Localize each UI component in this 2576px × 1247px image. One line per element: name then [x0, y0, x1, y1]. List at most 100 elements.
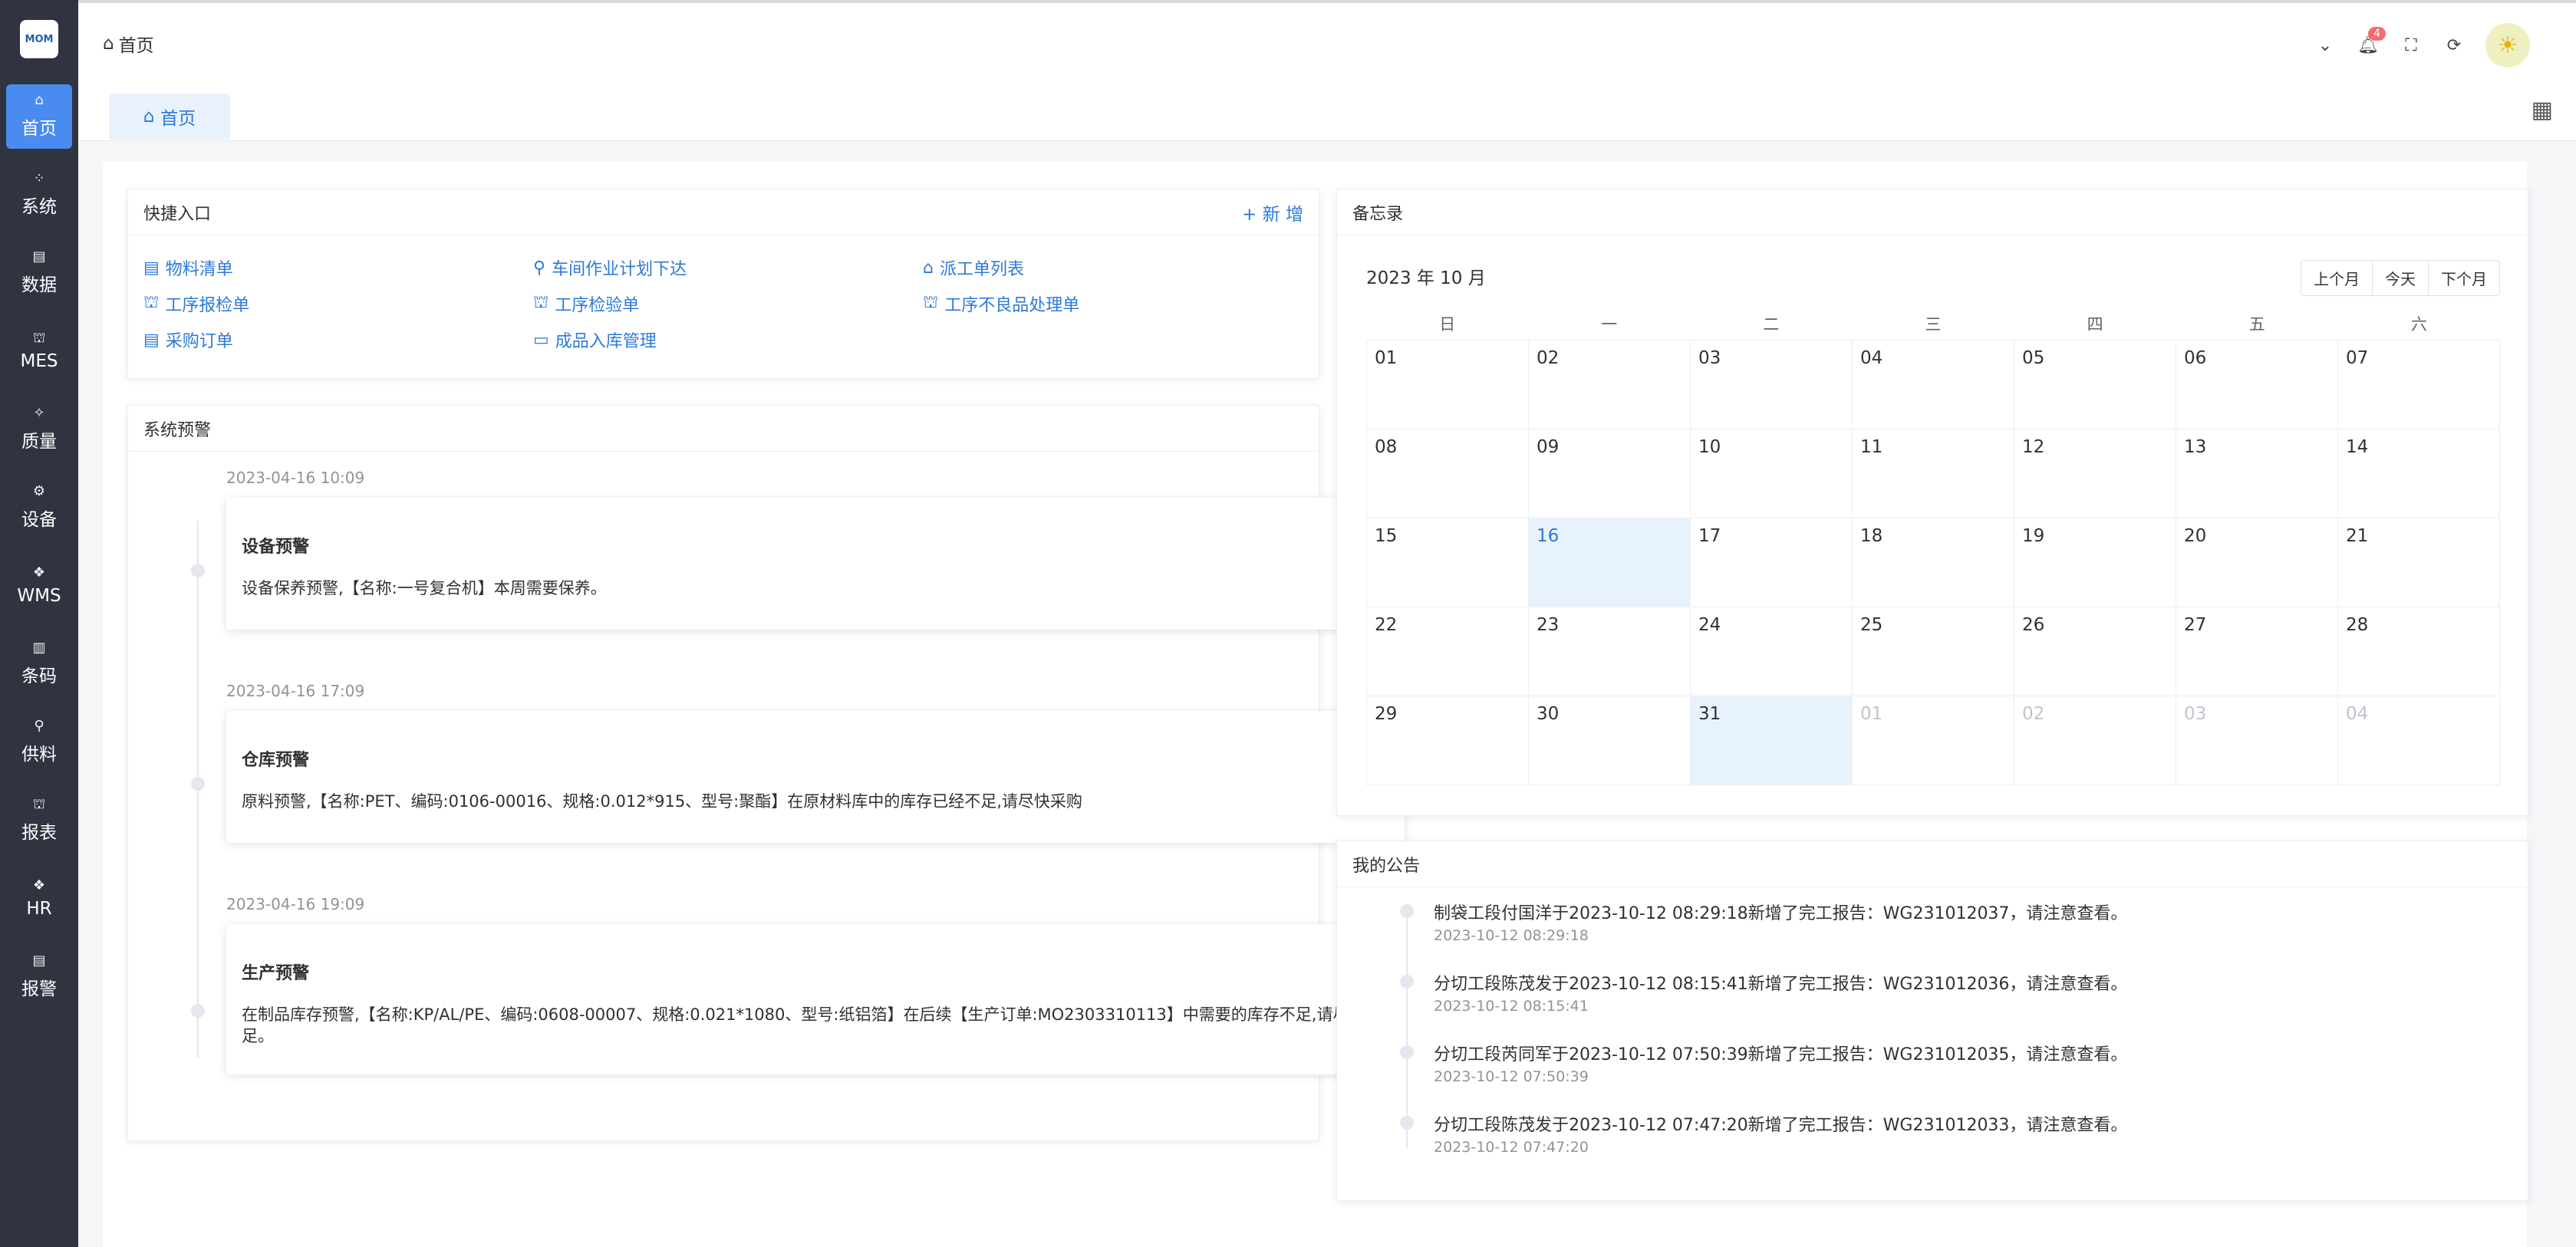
- sidebar-item-report[interactable]: ⛫ 报表: [6, 788, 72, 853]
- avatar[interactable]: ☀: [2485, 23, 2530, 67]
- main-content: 快捷入口 + 新 增 ▤ 物料清单 ⚲ 车间作业计划下达 ⌂ 派工单列表 ⛫ 工序报检单…: [103, 161, 2528, 1247]
- calendar-day[interactable]: 29: [1367, 696, 1529, 785]
- inspect-icon: ⛫: [533, 293, 549, 312]
- next-month-button[interactable]: 下个月: [2429, 261, 2499, 295]
- calendar-day[interactable]: 25: [1853, 607, 2014, 696]
- sidebar-item-label: 数据: [21, 275, 57, 295]
- inspect-icon: ⛫: [923, 293, 939, 312]
- calendar-day[interactable]: 20: [2176, 518, 2338, 607]
- notice-text[interactable]: 分切工段芮同军于2023-10-12 07:50:39新增了完工报告：WG231…: [1434, 1041, 2127, 1065]
- memo-calendar-card: 备忘录 2023 年 10 月 上个月 今天 下个月 日 一 二 三 四 五 六…: [1336, 189, 2528, 816]
- calendar-day[interactable]: 19: [2014, 518, 2176, 607]
- tab-home[interactable]: ⌂ 首页: [109, 94, 230, 140]
- sidebar-item-barcode[interactable]: ▥ 条码: [6, 632, 72, 696]
- prev-month-button[interactable]: 上个月: [2301, 261, 2373, 295]
- sidebar-item-label: 设备: [21, 510, 57, 530]
- calendar-day[interactable]: 01: [1367, 341, 1529, 429]
- document-icon: ▤: [143, 258, 160, 278]
- calendar-day[interactable]: 23: [1529, 607, 1691, 696]
- quick-link-process-report[interactable]: ⛫ 工序报检单: [143, 291, 249, 316]
- app-logo[interactable]: MOM: [20, 20, 58, 58]
- calendar-day[interactable]: 03: [1691, 341, 1853, 429]
- calendar-day[interactable]: 08: [1367, 429, 1529, 518]
- calendar-day[interactable]: 11: [1853, 429, 2014, 518]
- notice-text[interactable]: 制袋工段付国洋于2023-10-12 08:29:18新增了完工报告：WG231…: [1434, 900, 2127, 924]
- calendar-day[interactable]: 30: [1529, 696, 1691, 785]
- calendar-day-next-month[interactable]: 02: [2014, 696, 2176, 785]
- quick-link-dispatch-list[interactable]: ⌂ 派工单列表: [923, 255, 1024, 280]
- apps-icon: ⁘: [33, 170, 45, 186]
- notification-badge: 4: [2368, 26, 2386, 41]
- logo-text: MOM: [25, 33, 54, 45]
- calendar-day[interactable]: 04: [1853, 341, 2014, 429]
- calendar-day[interactable]: 22: [1367, 607, 1529, 696]
- sidebar-item-alarm[interactable]: ▤ 报警: [6, 945, 72, 1009]
- calendar-day-today[interactable]: 16: [1529, 518, 1691, 607]
- calendar-day[interactable]: 09: [1529, 429, 1691, 518]
- sidebar-item-quality[interactable]: ✧ 质量: [6, 397, 72, 462]
- alarm-icon: ▤: [32, 953, 46, 969]
- weekday-label: 四: [2087, 315, 2103, 334]
- calendar-day-next-month[interactable]: 04: [2338, 696, 2500, 785]
- sidebar-item-label: HR: [26, 899, 52, 919]
- calendar-day[interactable]: 17: [1691, 518, 1853, 607]
- calendar-day[interactable]: 24: [1691, 607, 1853, 696]
- notice-text[interactable]: 分切工段陈茂发于2023-10-12 08:15:41新增了完工报告：WG231…: [1434, 970, 2127, 995]
- add-button[interactable]: + 新 增: [1242, 199, 1303, 225]
- calendar-day[interactable]: 26: [2014, 607, 2176, 696]
- sidebar-item-equipment[interactable]: ⚙ 设备: [6, 475, 72, 540]
- sidebar-item-mes[interactable]: ⛫ MES: [6, 319, 72, 383]
- grid-menu-icon[interactable]: ▦: [2532, 97, 2553, 123]
- sidebar-item-wms[interactable]: ❖ WMS: [6, 554, 72, 618]
- sidebar-item-data[interactable]: ▤ 数据: [6, 241, 72, 305]
- sidebar-item-label: 供料: [21, 745, 57, 765]
- warnings-title: 系统预警: [143, 420, 212, 440]
- weekday-label: 二: [1763, 315, 1780, 334]
- calendar-day[interactable]: 06: [2176, 341, 2338, 429]
- calendar-day[interactable]: 28: [2338, 607, 2500, 696]
- calendar-day-next-month[interactable]: 03: [2176, 696, 2338, 785]
- chevron-down-icon[interactable]: ⌄: [2314, 36, 2337, 55]
- weekday-label: 五: [2248, 315, 2265, 334]
- fullscreen-icon[interactable]: ⛶: [2400, 36, 2423, 55]
- refresh-icon[interactable]: ⟳: [2443, 36, 2466, 55]
- breadcrumb[interactable]: ⌂ 首页: [103, 31, 154, 57]
- today-button[interactable]: 今天: [2373, 261, 2429, 295]
- quick-link-workshop-plan[interactable]: ⚲ 车间作业计划下达: [533, 255, 687, 280]
- quick-link-defect-handle[interactable]: ⛫ 工序不良品处理单: [923, 291, 1079, 316]
- quick-link-label: 车间作业计划下达: [552, 260, 687, 279]
- warning-title: 仓库预警: [242, 751, 310, 770]
- top-navbar: ⌂ 首页 ⌄ 🔔︎ 4 ⛶ ⟳ ☀: [78, 0, 2576, 80]
- timeline-dot: [191, 564, 205, 577]
- calendar-day[interactable]: 21: [2338, 518, 2500, 607]
- calendar-day[interactable]: 14: [2338, 429, 2500, 518]
- quick-link-finished-goods[interactable]: ▭ 成品入库管理: [533, 327, 657, 352]
- calendar-day-selected[interactable]: 31: [1691, 696, 1853, 785]
- calendar-day[interactable]: 12: [2014, 429, 2176, 518]
- calendar-day[interactable]: 07: [2338, 341, 2500, 429]
- sidebar-item-label: MES: [20, 351, 58, 371]
- sidebar-item-hr[interactable]: ❖ HR: [6, 867, 72, 931]
- quick-link-bom[interactable]: ▤ 物料清单: [143, 255, 233, 280]
- warning-title: 生产预警: [242, 964, 310, 983]
- calendar-day[interactable]: 13: [2176, 429, 2338, 518]
- notice-text[interactable]: 分切工段陈茂发于2023-10-12 07:47:20新增了完工报告：WG231…: [1434, 1111, 2127, 1136]
- sidebar-item-label: 报警: [21, 979, 57, 999]
- calendar-day[interactable]: 02: [1529, 341, 1691, 429]
- sidebar-item-system[interactable]: ⁘ 系统: [6, 163, 72, 227]
- timeline-dot: [1400, 1045, 1414, 1059]
- timeline-dot: [1400, 1116, 1414, 1130]
- calendar-day[interactable]: 18: [1853, 518, 2014, 607]
- sidebar-item-label: WMS: [17, 586, 61, 606]
- quick-link-purchase-order[interactable]: ▤ 采购订单: [143, 327, 233, 352]
- quick-link-process-inspect[interactable]: ⛫ 工序检验单: [533, 291, 639, 316]
- calendar-day[interactable]: 27: [2176, 607, 2338, 696]
- calendar-day[interactable]: 05: [2014, 341, 2176, 429]
- calendar-day[interactable]: 10: [1691, 429, 1853, 518]
- calendar-day[interactable]: 15: [1367, 518, 1529, 607]
- bell-icon[interactable]: 🔔︎ 4: [2357, 26, 2386, 55]
- sidebar-item-supply[interactable]: ⚲ 供料: [6, 710, 72, 775]
- weekday-label: 六: [2410, 315, 2427, 334]
- calendar-day-next-month[interactable]: 01: [1853, 696, 2014, 785]
- sidebar-item-home[interactable]: ⌂ 首页: [6, 84, 72, 149]
